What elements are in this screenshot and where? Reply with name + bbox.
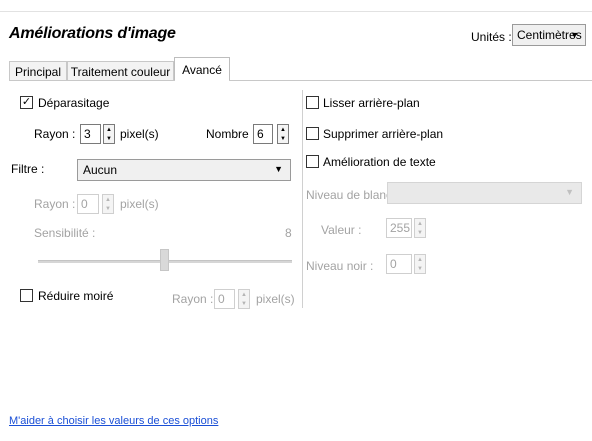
spin-down-icon[interactable]: ▼ [106, 136, 112, 142]
sensitivity-label: Sensibilité : [34, 226, 96, 240]
radius-input[interactable]: 3 [80, 124, 101, 144]
active-tab-gap [175, 80, 229, 81]
check-icon: ✓ [21, 96, 32, 108]
smooth-background-checkbox[interactable] [306, 96, 319, 109]
text-enhance-checkbox[interactable] [306, 155, 319, 168]
tab-avance-label: Avancé [182, 62, 222, 77]
remove-background-checkbox[interactable] [306, 127, 319, 140]
help-link[interactable]: M'aider à choisir les valeurs de ces opt… [9, 415, 218, 427]
white-value-stepper[interactable]: ▲ ▼ [414, 218, 426, 238]
count-stepper[interactable]: ▲ ▼ [277, 124, 289, 144]
page-title: Améliorations d'image [9, 25, 176, 42]
chevron-down-icon: ▼ [570, 30, 579, 40]
radius-label: Rayon : [34, 127, 76, 141]
white-level-select[interactable]: ▼ [387, 182, 582, 204]
units-select[interactable]: Centimètres ▼ [512, 24, 586, 46]
filter-select[interactable]: Aucun ▼ [77, 159, 291, 181]
spin-up-icon[interactable]: ▲ [417, 221, 423, 227]
chevron-down-icon: ▼ [565, 187, 574, 197]
despeckle-checkbox[interactable]: ✓ [20, 96, 33, 109]
moire-radius-input[interactable]: 0 [214, 289, 235, 309]
chevron-down-icon: ▼ [274, 164, 283, 174]
moire-radius-unit: pixel(s) [256, 292, 295, 306]
black-level-label: Niveau noir : [306, 259, 374, 273]
text-enhance-label: Amélioration de texte [323, 155, 436, 169]
black-level-stepper[interactable]: ▲ ▼ [414, 254, 426, 274]
white-value-input[interactable]: 255 [386, 218, 412, 238]
tab-traitement-couleur-label: Traitement couleur [70, 64, 171, 79]
spin-up-icon[interactable]: ▲ [105, 197, 111, 203]
moire-label: Réduire moiré [38, 289, 114, 303]
tab-avance[interactable]: Avancé [174, 57, 230, 81]
filter-select-value: Aucun [83, 163, 118, 177]
units-label: Unités : [471, 30, 512, 44]
spin-down-icon[interactable]: ▼ [105, 206, 111, 212]
sensitivity-slider-thumb[interactable] [160, 249, 169, 271]
spin-down-icon[interactable]: ▼ [280, 136, 286, 142]
white-value-label: Valeur : [321, 223, 362, 237]
filter-radius-stepper[interactable]: ▲ ▼ [102, 194, 114, 214]
sensitivity-value: 8 [285, 226, 292, 240]
moire-radius-label: Rayon : [172, 292, 214, 306]
tab-traitement-couleur[interactable]: Traitement couleur [67, 61, 174, 81]
remove-background-label: Supprimer arrière-plan [323, 127, 444, 141]
black-level-input[interactable]: 0 [386, 254, 412, 274]
spin-down-icon[interactable]: ▼ [417, 230, 423, 236]
tabs-baseline [9, 80, 592, 81]
white-level-label: Niveau de blanc : [306, 188, 399, 202]
spin-down-icon[interactable]: ▼ [241, 301, 247, 307]
spin-down-icon[interactable]: ▼ [417, 266, 423, 272]
radius-unit: pixel(s) [120, 127, 159, 141]
moire-radius-stepper[interactable]: ▲ ▼ [238, 289, 250, 309]
despeckle-label: Déparasitage [38, 96, 110, 110]
spin-up-icon[interactable]: ▲ [241, 292, 247, 298]
top-separator [0, 11, 592, 12]
tab-principal[interactable]: Principal [9, 61, 67, 81]
filter-radius-input[interactable]: 0 [77, 194, 99, 214]
filter-label: Filtre : [11, 162, 45, 176]
radius-stepper[interactable]: ▲ ▼ [103, 124, 115, 144]
moire-checkbox[interactable] [20, 289, 33, 302]
spin-up-icon[interactable]: ▲ [417, 257, 423, 263]
filter-radius-unit: pixel(s) [120, 197, 159, 211]
filter-radius-label: Rayon : [34, 197, 76, 211]
tab-principal-label: Principal [14, 64, 62, 79]
spin-up-icon[interactable]: ▲ [280, 127, 286, 133]
column-divider [302, 90, 303, 308]
spin-up-icon[interactable]: ▲ [106, 127, 112, 133]
count-label: Nombre : [206, 127, 256, 141]
count-input[interactable]: 6 [253, 124, 273, 144]
smooth-background-label: Lisser arrière-plan [323, 96, 420, 110]
